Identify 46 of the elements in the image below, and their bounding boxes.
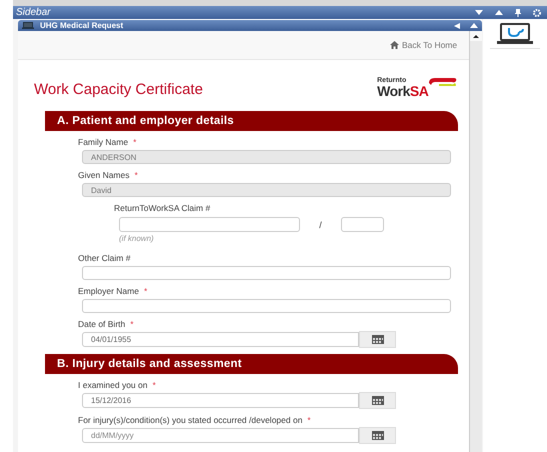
form-title: Work Capacity Certificate [34, 80, 203, 98]
panel-title: UHG Medical Request [39, 21, 124, 30]
claim-suffix-field[interactable] [341, 217, 384, 232]
settings-icon[interactable] [533, 8, 541, 16]
scrollbar[interactable] [469, 31, 482, 452]
section-header: A. Patient and employer details [45, 111, 458, 131]
date-field[interactable]: 15/12/2016 [82, 393, 359, 408]
calendar-icon [372, 335, 384, 344]
required-marker: * [134, 170, 138, 180]
home-icon [390, 41, 399, 49]
required-marker: * [130, 319, 134, 329]
sidebar-title: Sidebar [15, 7, 52, 18]
date-field[interactable]: 04/01/1955 [82, 332, 359, 347]
field-label: Given Names [78, 170, 130, 180]
separator-text: / [318, 220, 323, 230]
calendar-icon [372, 396, 384, 405]
calendar-button[interactable] [359, 427, 396, 444]
field-label: Date of Birth [78, 319, 126, 329]
required-marker: * [133, 137, 136, 147]
scroll-up-icon[interactable] [473, 34, 480, 38]
field-label: Family Name [78, 137, 128, 147]
section-header: B. Injury details and assessment [45, 354, 458, 374]
calendar-icon [372, 431, 384, 440]
laptop-icon [22, 22, 34, 29]
back-to-home-link[interactable]: Back To Home [390, 40, 458, 50]
collapse-icon[interactable] [475, 10, 483, 15]
laptop-stethoscope-icon[interactable] [497, 23, 534, 45]
expand-icon[interactable] [470, 23, 478, 28]
text-field[interactable] [82, 266, 451, 280]
pin-icon[interactable] [515, 8, 521, 16]
field-label: ReturnToWorkSA Claim # [114, 203, 210, 213]
text-field[interactable] [82, 299, 451, 313]
field-label: Employer Name [78, 286, 139, 296]
date-field[interactable]: dd/MM/yyyy [82, 428, 359, 443]
claim-number-field[interactable] [119, 217, 300, 232]
required-marker: * [307, 415, 311, 425]
calendar-button[interactable] [359, 392, 396, 409]
hint-text: (if known) [119, 234, 155, 243]
expand-icon[interactable] [495, 10, 503, 15]
field-label: For injury(s)/condition(s) you stated occurred /developed on [78, 415, 302, 425]
collapse-left-icon[interactable] [454, 22, 460, 28]
field-label: Other Claim # [78, 253, 130, 263]
required-marker: * [144, 286, 148, 296]
required-marker: * [152, 380, 156, 390]
calendar-button[interactable] [359, 331, 396, 348]
field-label: I examined you on [78, 380, 148, 390]
